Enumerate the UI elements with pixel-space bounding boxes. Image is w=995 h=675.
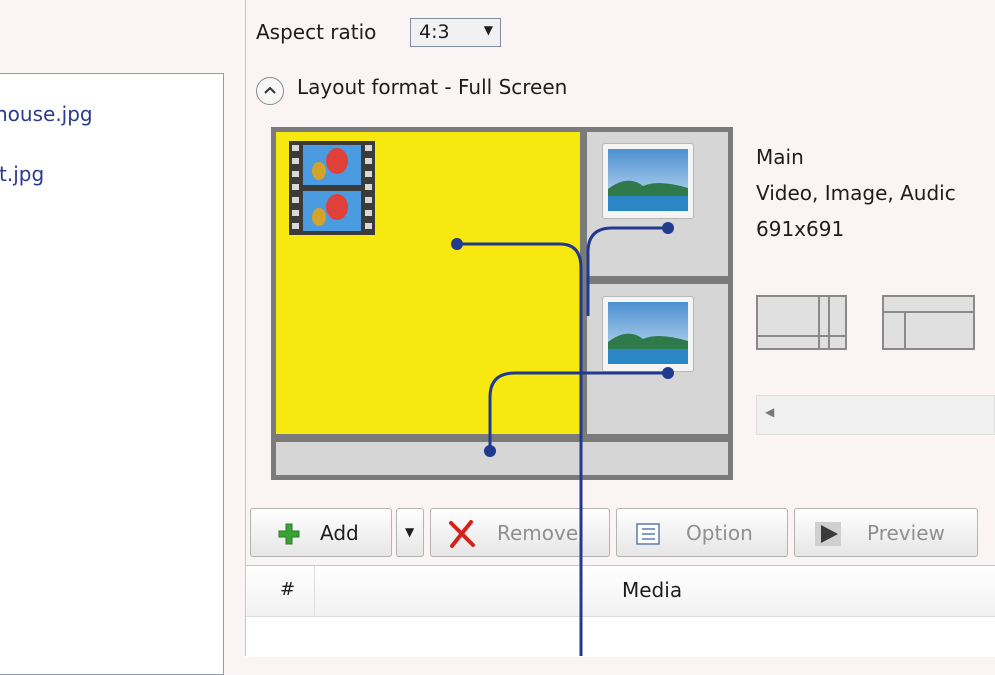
- remove-x-icon: [449, 520, 475, 548]
- video-film-icon: [289, 141, 375, 235]
- add-button[interactable]: Add: [250, 508, 392, 557]
- column-header-number[interactable]: #: [280, 579, 295, 600]
- grid-header: # Media: [246, 566, 995, 617]
- dropdown-arrow-icon: ▼: [483, 23, 493, 37]
- file-list: house.jpg t.jpg: [0, 73, 224, 675]
- plus-icon: [278, 523, 300, 545]
- image-landscape-icon: [602, 296, 694, 372]
- option-label: Option: [686, 521, 753, 545]
- remove-label: Remove: [497, 521, 579, 545]
- add-label: Add: [320, 521, 359, 545]
- aspect-ratio-label: Aspect ratio: [256, 20, 377, 44]
- play-icon: [815, 522, 841, 546]
- aspect-ratio-select[interactable]: 4:3 ▼: [410, 18, 501, 47]
- column-header-media[interactable]: Media: [622, 578, 682, 602]
- option-button[interactable]: Option: [616, 508, 788, 557]
- layout-scrollbar[interactable]: ◀: [756, 395, 995, 435]
- image-landscape-icon: [602, 143, 694, 219]
- file-name: house.jpg: [0, 102, 93, 126]
- layout-format-title: Layout format - Full Screen: [297, 75, 568, 99]
- layout-option-1[interactable]: [756, 295, 847, 350]
- dropdown-arrow-icon: ▼: [405, 525, 415, 539]
- chevron-up-icon: [264, 86, 276, 94]
- region-media-types: Video, Image, Audic: [756, 181, 956, 205]
- media-grid: # Media: [246, 565, 995, 657]
- preview-label: Preview: [867, 521, 945, 545]
- preview-button[interactable]: Preview: [794, 508, 978, 557]
- option-list-icon: [636, 523, 660, 545]
- file-item-house[interactable]: house.jpg: [0, 102, 93, 126]
- main-region[interactable]: [276, 132, 580, 434]
- column-divider: [314, 566, 315, 616]
- add-dropdown-button[interactable]: ▼: [396, 508, 424, 557]
- side-region-bottom[interactable]: [587, 284, 728, 434]
- region-size: 691x691: [756, 217, 845, 241]
- remove-button[interactable]: Remove: [430, 508, 610, 557]
- side-region-top[interactable]: [587, 132, 728, 276]
- layout-option-2[interactable]: [882, 295, 975, 350]
- region-name: Main: [756, 145, 804, 169]
- scroll-left-icon[interactable]: ◀: [765, 405, 774, 419]
- file-name: t.jpg: [0, 162, 45, 186]
- aspect-ratio-value: 4:3: [419, 21, 450, 43]
- collapse-layout-button[interactable]: [256, 77, 284, 105]
- file-item-t[interactable]: t.jpg: [0, 162, 44, 186]
- bottom-region[interactable]: [276, 442, 728, 475]
